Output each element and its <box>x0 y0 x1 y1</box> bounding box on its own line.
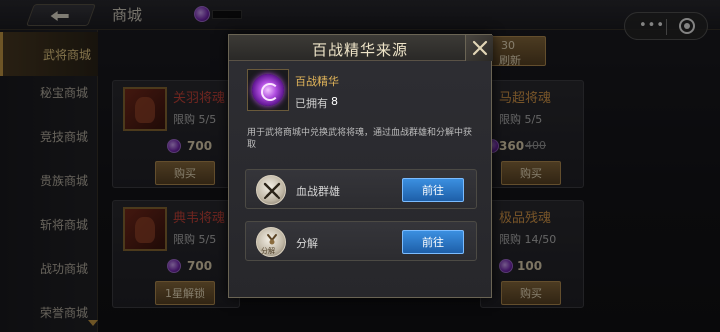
dialog-title: 百战精华来源 <box>311 41 408 59</box>
go-button[interactable]: 前往 <box>402 230 464 254</box>
close-icon <box>472 40 488 56</box>
close-button[interactable] <box>465 35 493 61</box>
item-description: 用于武将商城中兑换武将将魂，通过血战群雄和分解中获取 <box>247 128 473 150</box>
dialog-header: 百战精华来源 <box>229 35 491 61</box>
go-button[interactable]: 前往 <box>402 178 464 202</box>
decompose-icon-text: 分解 <box>261 247 275 255</box>
source-label: 血战群雄 <box>296 185 340 198</box>
owned-label: 已拥有 <box>295 97 328 110</box>
item-source-dialog: 百战精华来源 百战精华 已拥有 8 用于武将商城中兑换武将将魂，通过血战群雄和分… <box>228 34 493 298</box>
decompose-icon: 分解 <box>256 227 286 257</box>
item-essence-icon <box>247 69 289 111</box>
source-label: 分解 <box>296 237 318 250</box>
source-row-decompose: 分解 分解 前往 <box>245 221 477 261</box>
purple-orb-icon <box>252 74 284 106</box>
item-name: 百战精华 <box>295 75 339 88</box>
owned-count: 8 <box>331 95 338 108</box>
source-row-bloody-battle: 血战群雄 前往 <box>245 169 477 209</box>
crossed-swords-icon <box>256 175 286 205</box>
